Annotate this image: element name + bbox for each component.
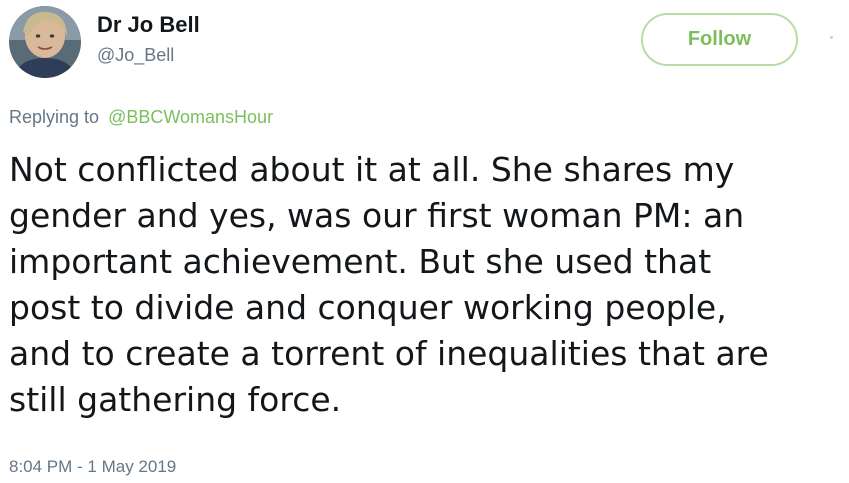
more-options-icon[interactable] [830,36,833,39]
tweet-text-line: and to create a torrent of inequalities … [9,334,769,373]
reply-prefix: Replying to [9,107,100,127]
reply-context: Replying to @BBCWomansHour [9,107,273,128]
tweet-timestamp[interactable]: 8:04 PM - 1 May 2019 [9,457,176,477]
profile-photo-icon [9,6,81,78]
tweet-text-line: post to divide and conquer working peopl… [9,288,727,327]
tweet-text-line: still gathering force. [9,380,342,419]
tweet-text-line: Not conflicted about it at all. She shar… [9,150,735,189]
author-display-name[interactable]: Dr Jo Bell [97,12,200,38]
follow-button-label: Follow [687,28,752,50]
tweet-text-line: gender and yes, was our first woman PM: … [9,196,745,235]
reply-target-link[interactable]: @BBCWomansHour [108,107,273,127]
tweet-text-line: important achievement. But she used that [9,242,712,281]
tweet-text: Not conflicted about it at all. She shar… [9,147,844,423]
tweet-card: Dr Jo Bell @Jo_Bell Follow Replying to @… [0,0,849,483]
avatar[interactable] [9,6,81,78]
author-handle[interactable]: @Jo_Bell [97,45,174,66]
follow-button[interactable]: Follow [641,13,798,66]
